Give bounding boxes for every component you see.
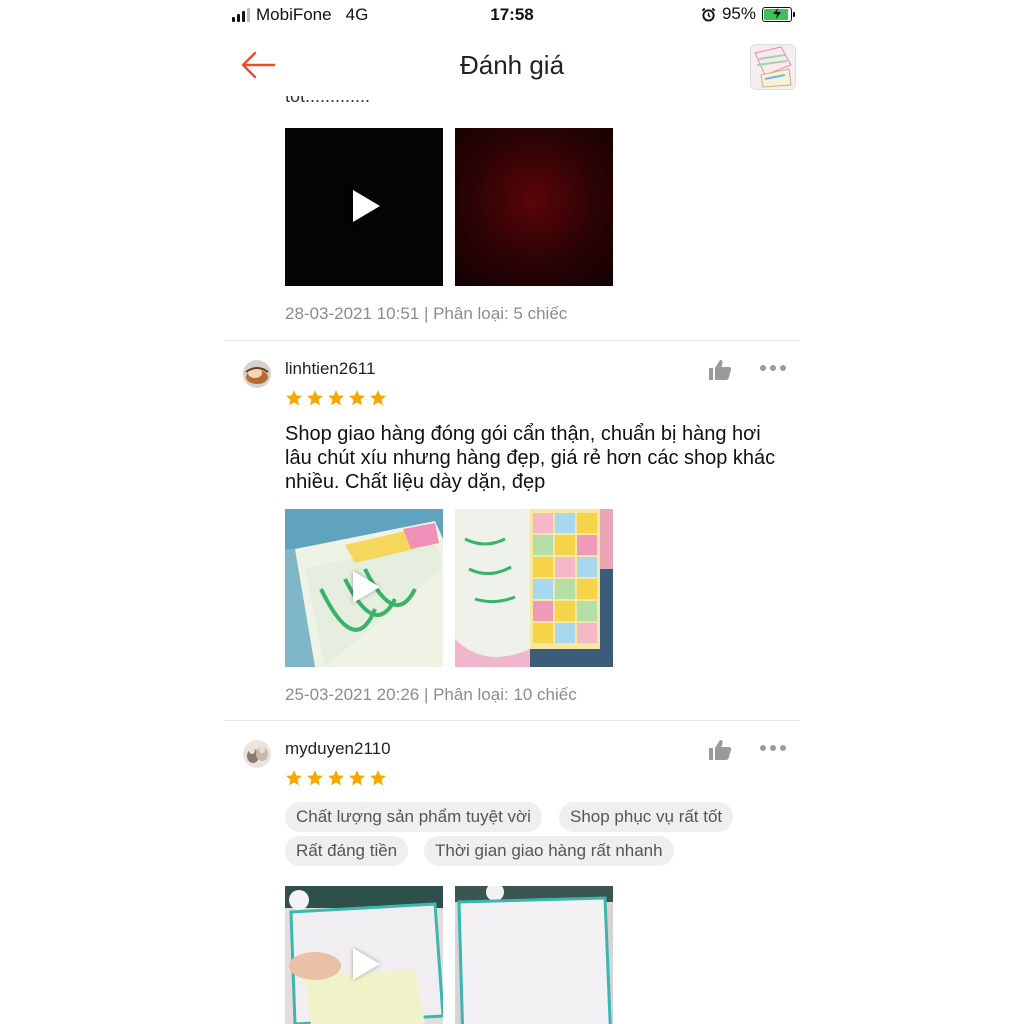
divider [224,340,800,341]
star-icon [328,770,344,786]
more-icon[interactable] [760,365,786,373]
review-tag[interactable]: Chất lượng sản phẩm tuyệt vời [285,802,542,832]
review-video-thumbnail[interactable] [285,128,443,286]
play-icon [353,571,380,603]
star-rating [285,769,387,787]
review-photo[interactable] [455,886,613,1024]
star-icon [349,390,365,406]
battery-percent: 95% [721,4,756,23]
app-header: Đánh giá [224,36,800,98]
star-icon [286,390,302,406]
play-icon [353,948,380,980]
star-rating [285,389,387,407]
product-thumbnail[interactable] [750,44,796,90]
star-icon [307,770,323,786]
battery-icon [762,6,795,22]
review-timestamp: 25-03-2021 20:26 | Phân loại: 10 chiếc [285,685,577,704]
thumbs-up-icon[interactable] [708,739,732,761]
review-tag[interactable]: Shop phục vụ rất tốt [559,802,734,832]
reviewer-username: myduyen2110 [285,739,391,758]
star-icon [307,390,323,406]
status-bar: MobiFone 4G 17:58 95% [224,0,800,30]
review-photo[interactable] [455,128,613,286]
thumbs-up-icon[interactable] [708,359,732,381]
avatar[interactable] [243,740,271,768]
star-icon [370,770,386,786]
reviewer-username: linhtien2611 [285,359,376,378]
review-timestamp: 28-03-2021 10:51 | Phân loại: 5 chiếc [285,304,568,323]
page-title: Đánh giá [459,50,565,80]
divider [224,720,800,721]
star-icon [328,390,344,406]
review-video-thumbnail[interactable] [285,886,443,1024]
review-photo[interactable] [455,509,613,667]
review-video-thumbnail[interactable] [285,509,443,667]
star-icon [370,390,386,406]
star-icon [349,770,365,786]
play-icon [353,190,380,222]
star-icon [286,770,302,786]
avatar[interactable] [243,360,271,388]
more-icon[interactable] [760,745,786,753]
status-right: 95% [701,4,795,24]
alarm-icon [701,7,716,22]
review-screen: MobiFone 4G 17:58 95% Đánh giá tốt......… [224,0,800,1024]
review-tag[interactable]: Rất đáng tiền [285,836,409,866]
review-tag[interactable]: Thời gian giao hàng rất nhanh [424,836,674,866]
review-text: Shop giao hàng đóng gói cẩn thận, chuẩn … [285,423,776,493]
